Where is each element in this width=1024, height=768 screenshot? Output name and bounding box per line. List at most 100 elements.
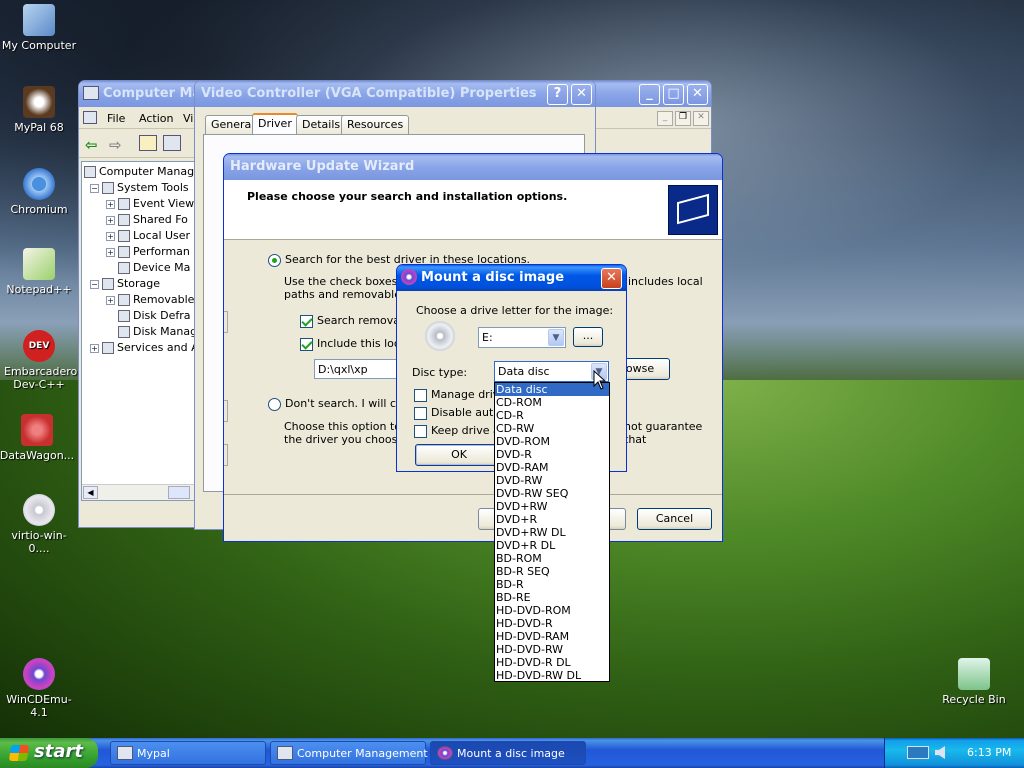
disc-type-option[interactable]: HD-DVD-ROM <box>495 604 609 617</box>
desktop-icon-recycle-bin[interactable]: Recycle Bin <box>936 658 1012 706</box>
menu-file[interactable]: File <box>107 112 125 125</box>
tab-details[interactable]: Details <box>296 115 347 134</box>
disc-type-option[interactable]: HD-DVD-R DL <box>495 656 609 669</box>
disc-type-select[interactable]: Data disc ▼ <box>494 361 609 382</box>
desktop-icon-mypal[interactable]: MyPal 68 <box>1 86 77 134</box>
tree-hscrollbar[interactable]: ◀ <box>82 484 194 500</box>
disc-type-option[interactable]: CD-ROM <box>495 396 609 409</box>
disc-type-option[interactable]: BD-R SEQ <box>495 565 609 578</box>
taskbar-item-computer-management[interactable]: Computer Management <box>270 741 428 765</box>
disc-type-option[interactable]: BD-R <box>495 578 609 591</box>
disc-type-option[interactable]: CD-R <box>495 409 609 422</box>
scroll-left-arrow-icon[interactable]: ◀ <box>83 486 98 499</box>
desktop-icon-datawagon[interactable]: DataWagon... <box>0 414 75 462</box>
opt-dont-radio[interactable] <box>268 397 281 411</box>
cb-include-location[interactable] <box>300 337 313 351</box>
disc-type-option[interactable]: CD-RW <box>495 422 609 435</box>
properties-titlebar[interactable]: Video Controller (VGA Compatible) Proper… <box>195 81 595 107</box>
desktop-icon-devcpp[interactable]: DEV Embarcadero Dev-C++ <box>1 330 77 391</box>
cb-manage[interactable] <box>414 388 427 402</box>
disc-type-option[interactable]: HD-DVD-RAM <box>495 630 609 643</box>
network-icon[interactable] <box>907 746 929 759</box>
minimize-button[interactable]: _ <box>639 84 660 105</box>
users-icon <box>118 230 130 242</box>
menu-view[interactable]: Vi <box>183 112 193 125</box>
tree-item[interactable]: + Services and A <box>84 340 194 356</box>
cb-manage-row[interactable]: Manage drive <box>414 388 506 402</box>
disc-type-option[interactable]: HD-DVD-RW DL <box>495 669 609 682</box>
tab-driver[interactable]: Driver <box>252 113 298 135</box>
disc-type-option[interactable]: BD-RE <box>495 591 609 604</box>
tree-item[interactable]: + Local User <box>84 228 194 244</box>
opt-search-radio[interactable] <box>268 253 281 267</box>
mount-titlebar[interactable]: Mount a disc image ✕ <box>397 265 626 291</box>
tab-resources[interactable]: Resources <box>341 115 410 134</box>
cb-keep-drive[interactable] <box>414 424 427 438</box>
disc-type-option[interactable]: DVD-RW <box>495 474 609 487</box>
start-button[interactable]: start <box>0 738 98 768</box>
show-hide-tree-icon[interactable] <box>163 135 181 151</box>
volume-icon[interactable] <box>935 746 945 759</box>
tree-item[interactable]: Disk Defra <box>84 308 194 324</box>
desktop-icon-my-computer[interactable]: My Computer <box>1 4 77 52</box>
cb-keep-row[interactable]: Keep drive af <box>414 424 504 438</box>
mount-close-button[interactable]: ✕ <box>601 268 622 289</box>
opt-dont-row[interactable]: Don't search. I will choo <box>268 397 416 411</box>
tree-item[interactable]: − System Tools <box>84 180 194 196</box>
menu-action[interactable]: Action <box>139 112 173 125</box>
close-button[interactable]: ✕ <box>687 84 708 105</box>
desktop-icon-chromium[interactable]: Chromium <box>1 168 77 216</box>
clock[interactable]: 6:13 PM <box>967 746 1011 759</box>
disc-type-option[interactable]: HD-DVD-RW <box>495 643 609 656</box>
tree-item[interactable]: + Event View <box>84 196 194 212</box>
disc-type-option[interactable]: BD-ROM <box>495 552 609 565</box>
desktop-icon-virtio[interactable]: virtio-win-0.... <box>1 494 77 555</box>
tree-item[interactable]: Disk Manag <box>84 324 194 340</box>
disc-type-option[interactable]: DVD+R DL <box>495 539 609 552</box>
drive-letter-select[interactable]: E: ▼ <box>478 327 566 348</box>
console-tree[interactable]: Computer Manage − System Tools + Event Vie… <box>81 161 195 501</box>
forward-arrow-icon[interactable]: ⇨ <box>109 136 122 154</box>
scroll-thumb[interactable] <box>168 486 190 499</box>
up-folder-icon[interactable] <box>139 135 157 151</box>
desktop-icon-notepadpp[interactable]: Notepad++ <box>1 248 77 296</box>
taskbar-item-mount-disc[interactable]: Mount a disc image <box>430 741 586 765</box>
help-button[interactable]: ? <box>547 84 568 105</box>
ok-button[interactable]: OK <box>415 444 503 466</box>
disc-type-dropdown-list[interactable]: Data disc CD-ROM CD-R CD-RW DVD-ROM DVD-R DVD-… <box>494 382 610 682</box>
tree-item[interactable]: + Performan <box>84 244 194 260</box>
disc-type-option[interactable]: DVD+R <box>495 513 609 526</box>
back-arrow-icon[interactable]: ⇦ <box>85 136 98 154</box>
search-desc-line1-tail: includes local <box>628 275 703 288</box>
disc-type-option[interactable]: DVD+RW <box>495 500 609 513</box>
disc-type-option[interactable]: Data disc <box>495 383 609 396</box>
child-minimize-button[interactable]: _ <box>657 111 673 126</box>
cb-removable[interactable] <box>300 314 313 328</box>
cancel-button[interactable]: Cancel <box>637 508 712 530</box>
chevron-down-icon[interactable]: ▼ <box>548 329 564 346</box>
child-restore-button[interactable]: ❐ <box>675 111 691 126</box>
disc-type-option[interactable]: DVD-RAM <box>495 461 609 474</box>
tree-item[interactable]: Computer Manage <box>84 164 194 180</box>
desktop-icon-wincdemu[interactable]: WinCDEmu-4.1 <box>1 658 77 719</box>
tree-item[interactable]: − Storage <box>84 276 194 292</box>
tree-item[interactable]: + Shared Fo <box>84 212 194 228</box>
disc-type-option[interactable]: DVD-RW SEQ <box>495 487 609 500</box>
tree-item[interactable]: Device Ma <box>84 260 194 276</box>
tools-icon <box>102 182 114 194</box>
taskbar-item-mypal[interactable]: Mypal <box>110 741 266 765</box>
wizard-titlebar[interactable]: Hardware Update Wizard <box>224 154 722 180</box>
disc-type-option[interactable]: HD-DVD-R <box>495 617 609 630</box>
maximize-button[interactable]: □ <box>663 84 684 105</box>
browse-image-button[interactable]: ... <box>573 327 603 347</box>
close-button[interactable]: ✕ <box>571 84 592 105</box>
child-close-button[interactable]: ✕ <box>693 111 709 126</box>
tree-item[interactable]: + Removable <box>84 292 194 308</box>
wizard-footer-divider <box>224 494 722 495</box>
app-menu-icon[interactable] <box>83 111 97 124</box>
disc-type-option[interactable]: DVD-ROM <box>495 435 609 448</box>
cb-disable-autorun[interactable] <box>414 406 427 420</box>
location-input[interactable]: D:\qxl\xp <box>314 359 404 379</box>
disc-type-option[interactable]: DVD+RW DL <box>495 526 609 539</box>
disc-type-option[interactable]: DVD-R <box>495 448 609 461</box>
